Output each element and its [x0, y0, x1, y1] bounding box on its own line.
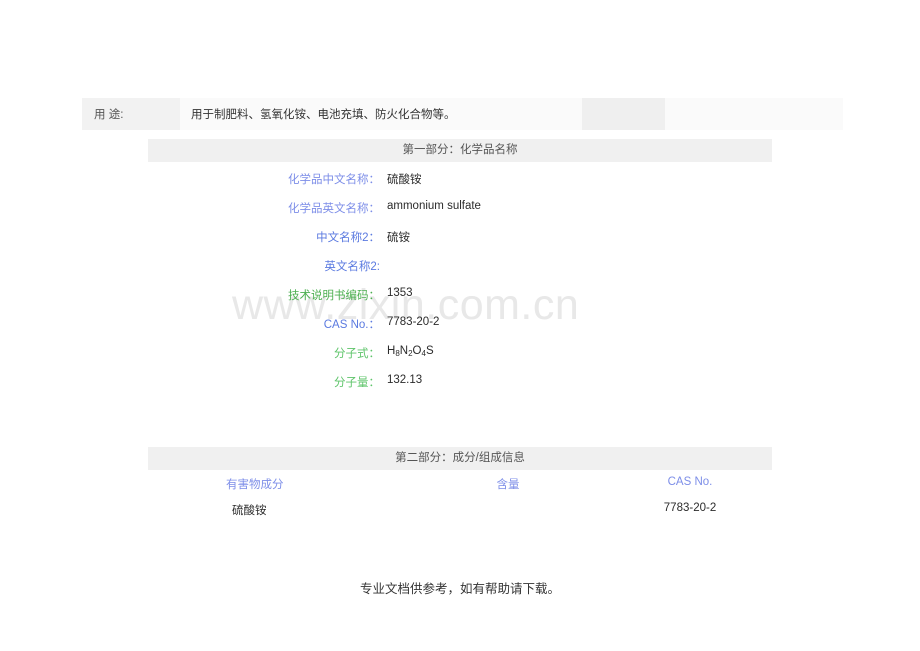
field-row-molecular-weight: 分子量： 132.13 — [148, 374, 772, 389]
field-label-english-name-2: 英文名称2: — [324, 261, 380, 273]
field-value-english-name: ammonium sulfate — [387, 200, 481, 212]
composition-header-component: 有害物成分 — [226, 479, 284, 491]
field-value-chinese-name-2: 硫铵 — [387, 232, 410, 244]
field-label-chinese-name-2: 中文名称2： — [316, 232, 380, 244]
usage-blank-cell — [582, 98, 665, 130]
field-row-molecular-formula: 分子式： H8N2O4S — [148, 345, 772, 360]
field-value-molecular-formula: H8N2O4S — [387, 345, 434, 358]
field-row-english-name-2: 英文名称2: — [148, 258, 772, 273]
field-label-tech-sheet-code: 技术说明书编码： — [288, 290, 380, 302]
composition-cell-component: 硫酸铵 — [232, 505, 267, 517]
field-label-molecular-formula: 分子式： — [334, 348, 380, 360]
field-label-chinese-name: 化学品中文名称： — [288, 174, 380, 186]
composition-table: 有害物成分 含量 CAS No. 硫酸铵 7783-20-2 — [148, 476, 772, 528]
composition-table-header-row: 有害物成分 含量 CAS No. — [148, 476, 772, 502]
section-title-part-one: 第一部分：化学品名称 — [148, 139, 772, 162]
field-value-tech-sheet-code: 1353 — [387, 287, 413, 299]
composition-header-cas-no: CAS No. — [667, 476, 713, 488]
field-label-english-name: 化学品英文名称： — [288, 203, 380, 215]
field-label-cas-no: CAS No.： — [323, 319, 380, 331]
composition-cell-cas-no: 7783-20-2 — [663, 502, 717, 514]
field-value-cas-no: 7783-20-2 — [387, 316, 440, 328]
field-label-molecular-weight: 分子量： — [334, 377, 380, 389]
field-value-molecular-weight: 132.13 — [387, 374, 423, 386]
usage-tail-cell — [665, 98, 843, 130]
section-title-part-two: 第二部分：成分/组成信息 — [148, 447, 772, 470]
page-footer-note: 专业文档供参考，如有帮助请下载。 — [359, 582, 560, 596]
field-row-english-name: 化学品英文名称： ammonium sulfate — [148, 200, 772, 215]
field-row-chinese-name-2: 中文名称2： 硫铵 — [148, 229, 772, 244]
usage-value-cell: 用于制肥料、氢氧化铵、电池充填、防火化合物等。 — [180, 98, 582, 130]
field-row-cas-no: CAS No.： 7783-20-2 — [148, 316, 772, 331]
usage-label-cell: 用 途: — [82, 98, 180, 130]
field-value-chinese-name: 硫酸铵 — [387, 174, 422, 186]
table-row: 硫酸铵 7783-20-2 — [148, 502, 772, 528]
composition-header-content: 含量 — [496, 479, 520, 491]
field-row-chinese-name: 化学品中文名称： 硫酸铵 — [148, 171, 772, 186]
usage-row: 用 途: 用于制肥料、氢氧化铵、电池充填、防火化合物等。 — [82, 98, 843, 130]
document-page: www.zixin.com.cn 用 途: 用于制肥料、氢氧化铵、电池充填、防火… — [0, 0, 920, 651]
field-row-tech-sheet-code: 技术说明书编码： 1353 — [148, 287, 772, 302]
